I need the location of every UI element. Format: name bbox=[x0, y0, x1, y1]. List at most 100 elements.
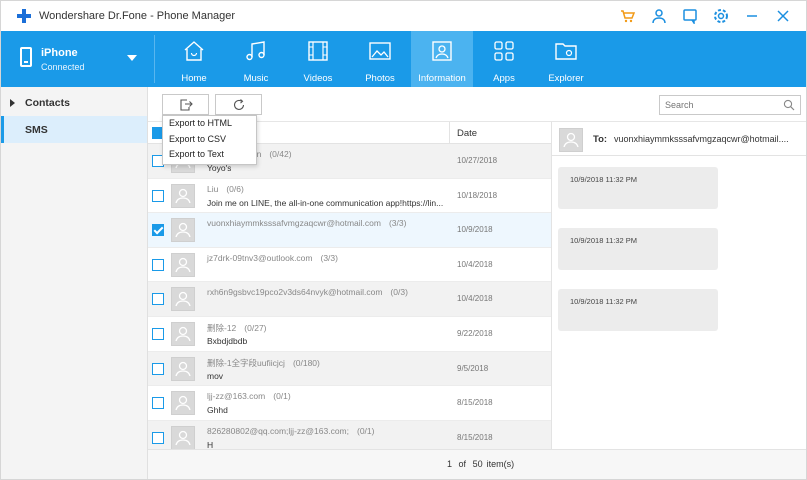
message-preview: mov bbox=[207, 370, 224, 381]
avatar bbox=[171, 252, 195, 277]
contact-name: rxh6n9gsbvc19pco2v3ds64nvyk@hotmail.com (… bbox=[207, 287, 408, 297]
message-bubble: 10/9/2018 11:32 PM bbox=[558, 167, 718, 209]
message-date: 9/22/2018 bbox=[457, 329, 493, 338]
tab-apps[interactable]: Apps bbox=[473, 31, 535, 87]
settings-icon[interactable] bbox=[712, 7, 730, 25]
date-column-header[interactable]: Date bbox=[457, 128, 477, 139]
export-text-item[interactable]: Export to Text bbox=[163, 147, 256, 163]
contact-name: vuonxhiaymmksssafvmgzaqcwr@hotmail.com (3… bbox=[207, 218, 406, 228]
phone-icon bbox=[20, 47, 32, 67]
message-count: (0/1) bbox=[357, 425, 375, 436]
search-icon[interactable] bbox=[783, 99, 795, 111]
tab-label: Music bbox=[243, 73, 269, 84]
table-row[interactable]: rxh6n9gsbvc19pco2v3ds64nvyk@hotmail.com (… bbox=[148, 282, 551, 317]
tab-explorer[interactable]: Explorer bbox=[535, 31, 597, 87]
table-row[interactable]: 删除-1全字段uufiicjcj (0/180) mov 9/5/2018 bbox=[148, 351, 551, 387]
row-checkbox[interactable] bbox=[152, 293, 164, 306]
message-count: (0/6) bbox=[226, 183, 244, 194]
pager: 1 of 50 item(s) bbox=[148, 449, 806, 479]
pager-of: of bbox=[458, 459, 467, 469]
table-row[interactable]: 删除-12 (0/27) Bxbdjdbdb 9/22/2018 bbox=[148, 317, 551, 352]
message-count: (0/1) bbox=[273, 391, 291, 402]
sidebar-item-label: SMS bbox=[25, 124, 48, 136]
table-row[interactable]: Liu (0/6) Join me on LINE, the all-in-one … bbox=[148, 179, 551, 214]
tab-music[interactable]: Music bbox=[225, 31, 287, 87]
tab-label: Explorer bbox=[548, 73, 584, 84]
sidebar-item-contacts[interactable]: Contacts bbox=[1, 89, 147, 116]
contact-card-icon bbox=[430, 39, 454, 63]
table-row[interactable]: vuonxhiaymmksssafvmgzaqcwr@hotmail.com (3… bbox=[148, 213, 551, 248]
app-title: Wondershare Dr.Fone - Phone Manager bbox=[39, 10, 236, 22]
row-checkbox[interactable] bbox=[152, 328, 164, 340]
row-checkbox[interactable] bbox=[152, 224, 164, 237]
divider bbox=[449, 122, 450, 144]
tab-information[interactable]: Information bbox=[411, 31, 473, 87]
close-icon[interactable] bbox=[774, 7, 792, 25]
sidebar-item-sms[interactable]: SMS bbox=[1, 116, 147, 143]
chevron-right-icon[interactable] bbox=[10, 99, 15, 107]
contact-name-text: Liu bbox=[207, 183, 219, 194]
avatar bbox=[171, 425, 195, 450]
film-icon bbox=[306, 39, 330, 63]
message-count: (0/180) bbox=[292, 357, 320, 368]
contact-name-text: 删除-1全字段uufiicjcj bbox=[207, 357, 285, 368]
contact-name-text: vuonxhiaymmksssafvmgzaqcwr@hotmail.com bbox=[207, 218, 381, 229]
nav-tabs: Home Music Videos Photos Information App… bbox=[163, 31, 597, 87]
row-checkbox[interactable] bbox=[152, 397, 164, 410]
avatar bbox=[171, 183, 195, 208]
drfone-logo-icon bbox=[17, 9, 31, 23]
message-count: (3/3) bbox=[320, 252, 338, 263]
minimize-icon[interactable] bbox=[743, 7, 761, 25]
pager-current: 1 bbox=[447, 459, 453, 469]
tab-videos[interactable]: Videos bbox=[287, 31, 349, 87]
message-bubble: 10/9/2018 11:32 PM bbox=[558, 228, 718, 270]
refresh-button[interactable] bbox=[215, 94, 262, 115]
message-count: (0/42) bbox=[269, 149, 292, 159]
table-row[interactable]: jz7drk-09tnv3@outlook.com (3/3) 10/4/2018 bbox=[148, 248, 551, 283]
contact-name: ljj-zz@163.com (0/1) bbox=[207, 391, 291, 401]
user-icon[interactable] bbox=[650, 7, 668, 25]
contact-name: 826280802@qq.com;ljj-zz@163.com; (0/1) bbox=[207, 426, 374, 436]
contact-name-text: jz7drk-09tnv3@outlook.com bbox=[207, 252, 313, 263]
export-csv-item[interactable]: Export to CSV bbox=[163, 132, 256, 148]
search-box bbox=[659, 95, 801, 115]
row-checkbox[interactable] bbox=[152, 189, 164, 202]
avatar bbox=[171, 391, 195, 416]
active-indicator bbox=[1, 116, 4, 143]
export-html-item[interactable]: Export to HTML bbox=[163, 116, 256, 132]
tab-label: Information bbox=[418, 73, 466, 84]
tab-photos[interactable]: Photos bbox=[349, 31, 411, 87]
message-count: (3/3) bbox=[388, 218, 407, 229]
avatar bbox=[559, 128, 583, 152]
tab-label: Apps bbox=[493, 73, 515, 84]
row-checkbox[interactable] bbox=[152, 431, 164, 444]
message-timestamp: 10/9/2018 11:32 PM bbox=[570, 236, 637, 245]
row-checkbox[interactable] bbox=[152, 362, 164, 375]
folder-gear-icon bbox=[554, 39, 578, 63]
export-button[interactable] bbox=[162, 94, 209, 115]
tab-home[interactable]: Home bbox=[163, 31, 225, 87]
search-input[interactable] bbox=[660, 96, 778, 114]
row-checkbox[interactable] bbox=[152, 258, 164, 271]
message-date: 10/9/2018 bbox=[457, 225, 493, 235]
message-count: (0/3) bbox=[390, 287, 408, 298]
message-date: 10/27/2018 bbox=[457, 156, 498, 165]
message-date: 10/4/2018 bbox=[457, 259, 493, 269]
contact-name: jz7drk-09tnv3@outlook.com (3/3) bbox=[207, 253, 338, 263]
message-date: 10/18/2018 bbox=[457, 190, 498, 200]
message-date: 10/4/2018 bbox=[457, 294, 493, 304]
message-date: 8/15/2018 bbox=[457, 398, 493, 408]
cart-icon[interactable] bbox=[619, 7, 637, 25]
title-bar: Wondershare Dr.Fone - Phone Manager bbox=[1, 1, 806, 31]
table-row[interactable]: ljj-zz@163.com (0/1) Ghhd 8/15/2018 bbox=[148, 386, 551, 421]
feedback-icon[interactable] bbox=[681, 7, 699, 25]
contact-name-text: ljj-zz@163.com bbox=[207, 391, 266, 402]
message-preview: Bxbdjdbdb bbox=[207, 336, 248, 346]
device-selector[interactable]: iPhone Connected bbox=[1, 31, 153, 87]
chevron-down-icon[interactable] bbox=[127, 55, 137, 61]
contact-name: 删除-12 (0/27) bbox=[207, 322, 267, 334]
message-count: (0/27) bbox=[244, 323, 267, 333]
message-date: 8/15/2018 bbox=[457, 432, 493, 442]
title-actions bbox=[619, 7, 792, 25]
contact-name-text: 删除-12 bbox=[207, 323, 237, 333]
